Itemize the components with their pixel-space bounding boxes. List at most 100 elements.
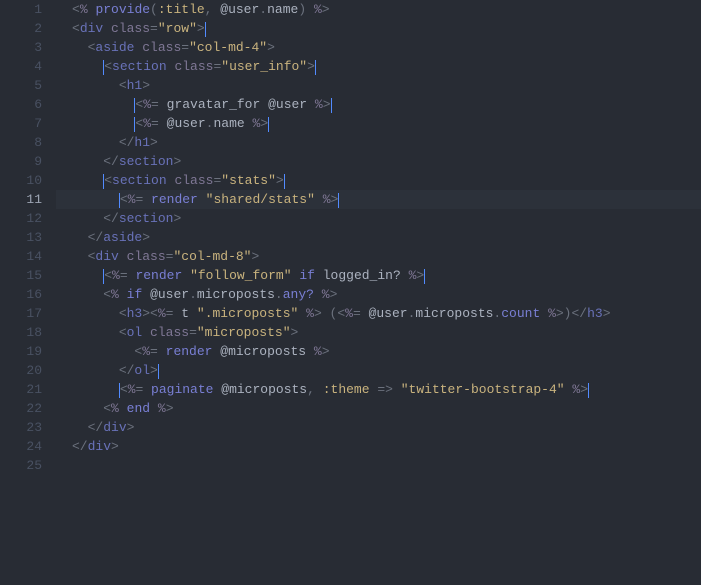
token-fn: t	[181, 306, 189, 321]
code-line[interactable]: <h3><%= t ".microposts" %> (<%= @user.mi…	[72, 304, 701, 323]
line-number: 8	[0, 133, 56, 152]
code-line[interactable]: </h1>	[72, 133, 701, 152]
token-pun: >	[330, 287, 338, 302]
token-gvar: microposts	[197, 287, 275, 302]
line-number: 23	[0, 418, 56, 437]
line-number: 18	[0, 323, 56, 342]
line-number: 13	[0, 228, 56, 247]
token-pun: <	[120, 382, 128, 397]
code-line[interactable]: <%= render @microposts %>	[72, 342, 701, 361]
token-pct: %	[111, 401, 119, 416]
selection-caret	[331, 98, 332, 113]
token-pun: =	[151, 116, 167, 131]
code-editor[interactable]: 1234567891011121314151617181920212223242…	[0, 0, 701, 585]
token-pun	[119, 401, 127, 416]
code-line[interactable]: </div>	[72, 418, 701, 437]
selection-caret	[103, 60, 104, 75]
code-line[interactable]: </ol>	[72, 361, 701, 380]
token-pun: >	[251, 249, 259, 264]
token-gvar: @user	[268, 97, 307, 112]
token-pct: %	[306, 306, 314, 321]
token-pun	[142, 287, 150, 302]
code-line[interactable]: <%= gravatar_for @user %>	[72, 95, 701, 114]
code-line[interactable]: <% if @user.microposts.any? %>	[72, 285, 701, 304]
code-line[interactable]: </section>	[72, 209, 701, 228]
token-kw: render	[151, 192, 198, 207]
token-tag: section	[119, 154, 174, 169]
token-pun: </	[88, 420, 104, 435]
token-pun: </	[103, 211, 119, 226]
token-pun	[307, 97, 315, 112]
token-pun: >	[197, 21, 205, 36]
token-str: "row"	[158, 21, 197, 36]
selection-caret	[119, 193, 120, 208]
code-line[interactable]: <% end %>	[72, 399, 701, 418]
token-gvar: microposts	[415, 306, 493, 321]
token-pun: <	[104, 173, 112, 188]
token-pct: %	[80, 2, 88, 17]
token-pun	[315, 268, 323, 283]
line-number: 22	[0, 399, 56, 418]
token-pct: %	[112, 268, 120, 283]
code-line[interactable]: </aside>	[72, 228, 701, 247]
line-number: 17	[0, 304, 56, 323]
token-pun	[540, 306, 548, 321]
selection-caret	[134, 98, 135, 113]
token-attr: class	[174, 59, 213, 74]
token-tag: ol	[134, 363, 150, 378]
code-line[interactable]: <%= paginate @microposts, :theme => "twi…	[72, 380, 701, 399]
token-str: "follow_form"	[190, 268, 291, 283]
token-fn: logged_in?	[323, 268, 401, 283]
code-line[interactable]: <section class="stats">	[72, 171, 701, 190]
token-tag: div	[103, 420, 126, 435]
token-kw: provide	[95, 2, 150, 17]
token-pct: %	[314, 344, 322, 359]
token-fn: gravatar_for	[167, 97, 261, 112]
token-pun: =	[151, 97, 167, 112]
token-str: "shared/stats"	[206, 192, 315, 207]
selection-caret	[338, 193, 339, 208]
line-number: 12	[0, 209, 56, 228]
code-area[interactable]: <% provide(:title, @user.name) %><div cl…	[56, 0, 701, 585]
code-line[interactable]: <div class="col-md-8">	[72, 247, 701, 266]
line-number: 3	[0, 38, 56, 57]
code-line[interactable]: </div>	[72, 437, 701, 456]
token-pun: >	[173, 154, 181, 169]
token-tag: div	[80, 21, 103, 36]
code-line[interactable]: <% provide(:title, @user.name) %>	[72, 0, 701, 19]
code-line[interactable]: <ol class="microposts">	[72, 323, 701, 342]
token-pct: %	[142, 344, 150, 359]
code-line[interactable]: <aside class="col-md-4">	[72, 38, 701, 57]
token-str: "user_info"	[221, 59, 307, 74]
token-attr: class	[111, 21, 150, 36]
token-pun: </	[119, 135, 135, 150]
selection-caret	[158, 364, 159, 379]
token-pun: >	[331, 192, 339, 207]
code-line[interactable]: <h1>	[72, 76, 701, 95]
token-str: "col-md-8"	[173, 249, 251, 264]
code-line[interactable]	[72, 456, 701, 475]
token-pun: </	[72, 439, 88, 454]
token-pun	[103, 21, 111, 36]
token-pun: >	[322, 344, 330, 359]
line-number: 10	[0, 171, 56, 190]
code-line[interactable]: <%= @user.name %>	[72, 114, 701, 133]
token-pun: ><	[142, 306, 158, 321]
code-line[interactable]: </section>	[72, 152, 701, 171]
token-kw: render	[135, 268, 182, 283]
token-attr: class	[142, 40, 181, 55]
token-pun: >	[142, 230, 150, 245]
token-str: "col-md-4"	[189, 40, 267, 55]
token-pct: %	[143, 97, 151, 112]
code-line[interactable]: <%= render "shared/stats" %>	[56, 190, 701, 209]
code-line[interactable]: <%= render "follow_form" if logged_in? %…	[72, 266, 701, 285]
token-sym: :theme	[323, 382, 370, 397]
token-pct: %	[323, 192, 331, 207]
token-pun	[189, 306, 197, 321]
line-number: 25	[0, 456, 56, 475]
token-gvar: @microposts	[221, 382, 307, 397]
selection-caret	[315, 60, 316, 75]
token-sym: :title	[158, 2, 205, 17]
code-line[interactable]: <section class="user_info">	[72, 57, 701, 76]
code-line[interactable]: <div class="row">	[72, 19, 701, 38]
